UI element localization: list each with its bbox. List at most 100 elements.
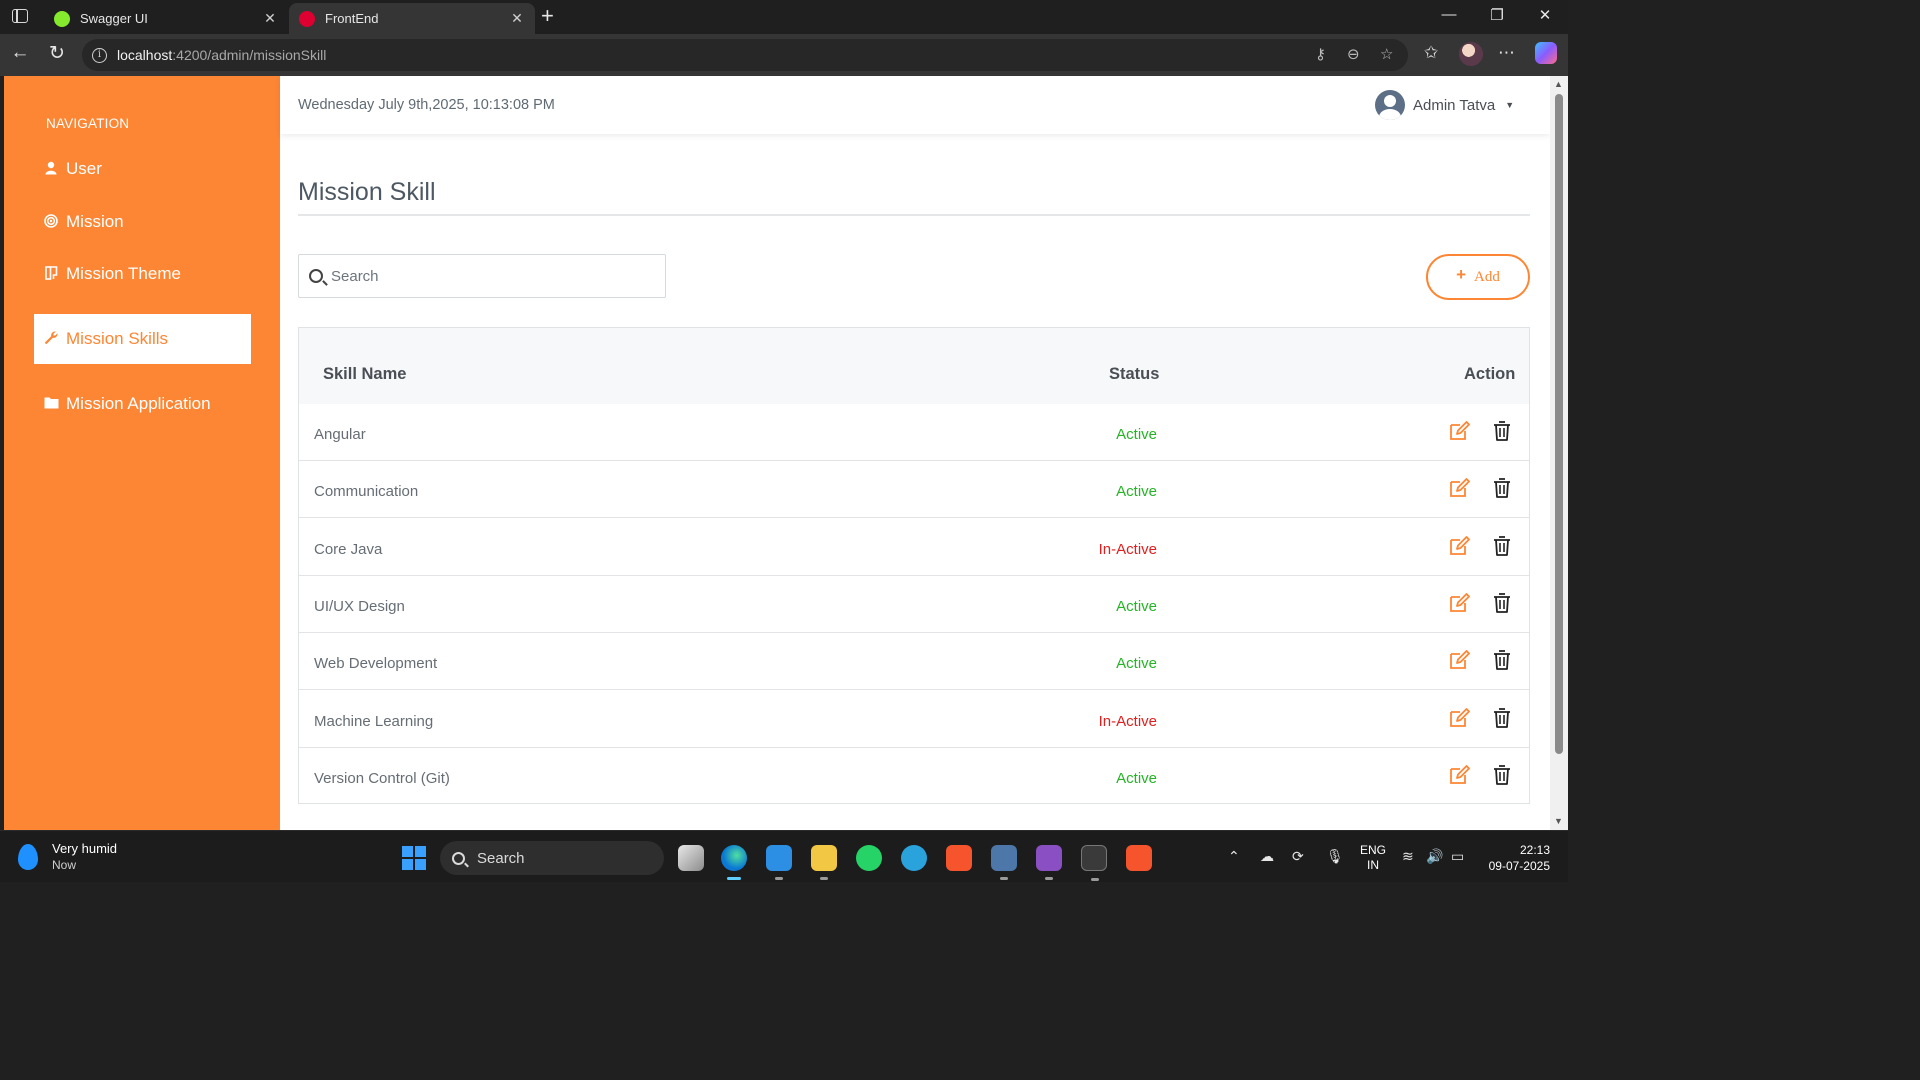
user-menu[interactable]: Admin Tatva ▼ [1375,90,1514,120]
delete-trash-icon[interactable] [1493,707,1511,729]
language-code: ENG [1360,843,1387,857]
status-cell: Active [1116,655,1157,673]
reload-icon[interactable]: ↻ [44,42,70,65]
more-menu-icon[interactable]: ⋯ [1498,43,1515,63]
terminal-icon[interactable] [1081,845,1107,881]
tab-swagger-ui[interactable]: Swagger UI ✕ [44,3,288,34]
caret-down-icon: ▼ [1505,100,1515,110]
page-scrollbar[interactable]: ▲ ▼ [1550,76,1568,830]
volume-icon[interactable]: 🔊 [1426,848,1443,865]
wifi-icon[interactable]: ≋ [1402,848,1414,865]
status-cell: Active [1116,483,1157,501]
favorites-icon[interactable]: ✩ [1424,43,1438,63]
onedrive-icon[interactable]: ☁ [1260,848,1274,865]
battery-icon[interactable]: ▭ [1451,848,1464,865]
brave-beta-icon[interactable] [1126,845,1152,871]
table-header: Skill Name Status Action [299,328,1529,404]
page-viewport: NAVIGATION User Mission Mission Theme Mi… [4,76,1550,830]
edit-icon[interactable] [1448,649,1470,671]
navigation-heading: NAVIGATION [46,116,130,131]
tab-frontend[interactable]: FrontEnd ✕ [289,3,535,34]
taskbar-search[interactable]: Search [440,841,664,875]
status-cell: Active [1116,597,1157,615]
copilot-icon[interactable] [1535,42,1557,64]
sidebar-item-mission-application[interactable]: Mission Application [34,379,251,429]
skills-table: Skill Name Status Action Angular Active Co… [298,327,1530,804]
table-row: Web Development Active [299,633,1529,691]
edit-icon[interactable] [1448,764,1470,786]
close-window-icon[interactable]: ✕ [1525,6,1565,24]
table-row: Machine Learning In-Active [299,691,1529,748]
current-datetime: Wednesday July 9th,2025, 10:13:08 PM [298,97,555,113]
main-content: Wednesday July 9th,2025, 10:13:08 PM Adm… [280,76,1550,830]
edit-icon[interactable] [1448,535,1470,557]
sidebar-item-mission[interactable]: Mission [34,197,251,247]
file-explorer-icon[interactable] [811,845,837,880]
edit-icon[interactable] [1448,707,1470,729]
taskbar-search-icon [452,851,465,865]
key-icon[interactable]: ⚷ [1315,45,1326,63]
edge-browser-icon[interactable] [721,845,747,880]
edit-icon[interactable] [1448,477,1470,499]
close-tab-icon[interactable]: ✕ [262,10,278,27]
show-hidden-icons-icon[interactable]: ⌃ [1228,848,1240,865]
weather-widget[interactable]: Very humid Now [18,841,117,872]
edit-icon[interactable] [1448,592,1470,614]
scroll-down-icon[interactable]: ▼ [1554,816,1563,826]
url-host: localhost [117,47,173,63]
postgresql-icon[interactable] [991,845,1017,880]
back-icon[interactable]: ← [7,42,33,64]
folder-icon [44,396,59,412]
skill-name-cell: Angular [314,426,366,443]
language-indicator[interactable]: ENG IN [1360,843,1386,873]
brave-icon[interactable] [946,845,972,871]
visual-studio-icon[interactable] [1036,845,1062,880]
microphone-icon[interactable]: 🎙 [1326,848,1344,865]
skill-name-cell: Web Development [314,655,438,673]
task-view-icon[interactable] [678,845,704,871]
sidebar-item-mission-skills[interactable]: Mission Skills [34,314,251,364]
humidity-drop-icon [18,843,38,870]
search-input[interactable] [331,267,631,285]
table-row: Core Java In-Active [299,519,1529,576]
site-info-icon[interactable]: i [92,47,107,63]
favorite-star-icon[interactable]: ☆ [1380,45,1393,63]
restore-icon[interactable]: ❐ [1477,6,1517,24]
table-row: UI/UX Design Active [299,576,1529,633]
tab-sidebar-toggle-icon[interactable] [12,9,28,23]
sidebar-item-user[interactable]: User [34,144,251,194]
delete-trash-icon[interactable] [1493,764,1511,786]
close-tab-icon[interactable]: ✕ [509,10,525,27]
vscode-icon[interactable] [766,845,792,880]
taskbar-search-label: Search [477,849,525,867]
new-tab-icon[interactable]: + [541,4,554,28]
skill-name-cell: Communication [314,483,419,501]
add-skill-button[interactable]: + Add [1426,254,1530,300]
delete-trash-icon[interactable] [1493,420,1511,442]
status-cell: In-Active [1098,540,1157,558]
delete-trash-icon[interactable] [1493,535,1511,557]
telegram-icon[interactable] [901,845,927,871]
edit-icon[interactable] [1448,420,1470,442]
scroll-up-icon[interactable]: ▲ [1554,79,1563,89]
swagger-favicon-icon [54,10,70,27]
search-icon [309,269,323,283]
sync-icon[interactable]: ⟳ [1292,848,1304,865]
whatsapp-icon[interactable] [856,845,882,871]
url-path: :4200/admin/missionSkill [172,47,327,63]
start-windows-icon[interactable] [402,846,426,870]
delete-trash-icon[interactable] [1493,592,1511,614]
column-header-status: Status [1109,365,1160,383]
address-bar[interactable]: i localhost:4200/admin/missionSkill ⚷ ⊖ … [82,39,1408,71]
minimize-icon[interactable]: — [1429,6,1469,23]
sidebar-item-mission-theme[interactable]: Mission Theme [34,249,251,299]
skill-name-cell: Version Control (Git) [314,769,450,787]
delete-trash-icon[interactable] [1493,649,1511,671]
profile-avatar-icon[interactable] [1459,42,1483,66]
scrollbar-thumb[interactable] [1555,94,1563,754]
zoom-icon[interactable]: ⊖ [1347,45,1360,63]
angular-favicon-icon [299,10,315,27]
delete-trash-icon[interactable] [1493,477,1511,499]
add-button-label: Add [1474,268,1500,285]
system-clock[interactable]: 22:13 09-07-2025 [1480,842,1550,874]
